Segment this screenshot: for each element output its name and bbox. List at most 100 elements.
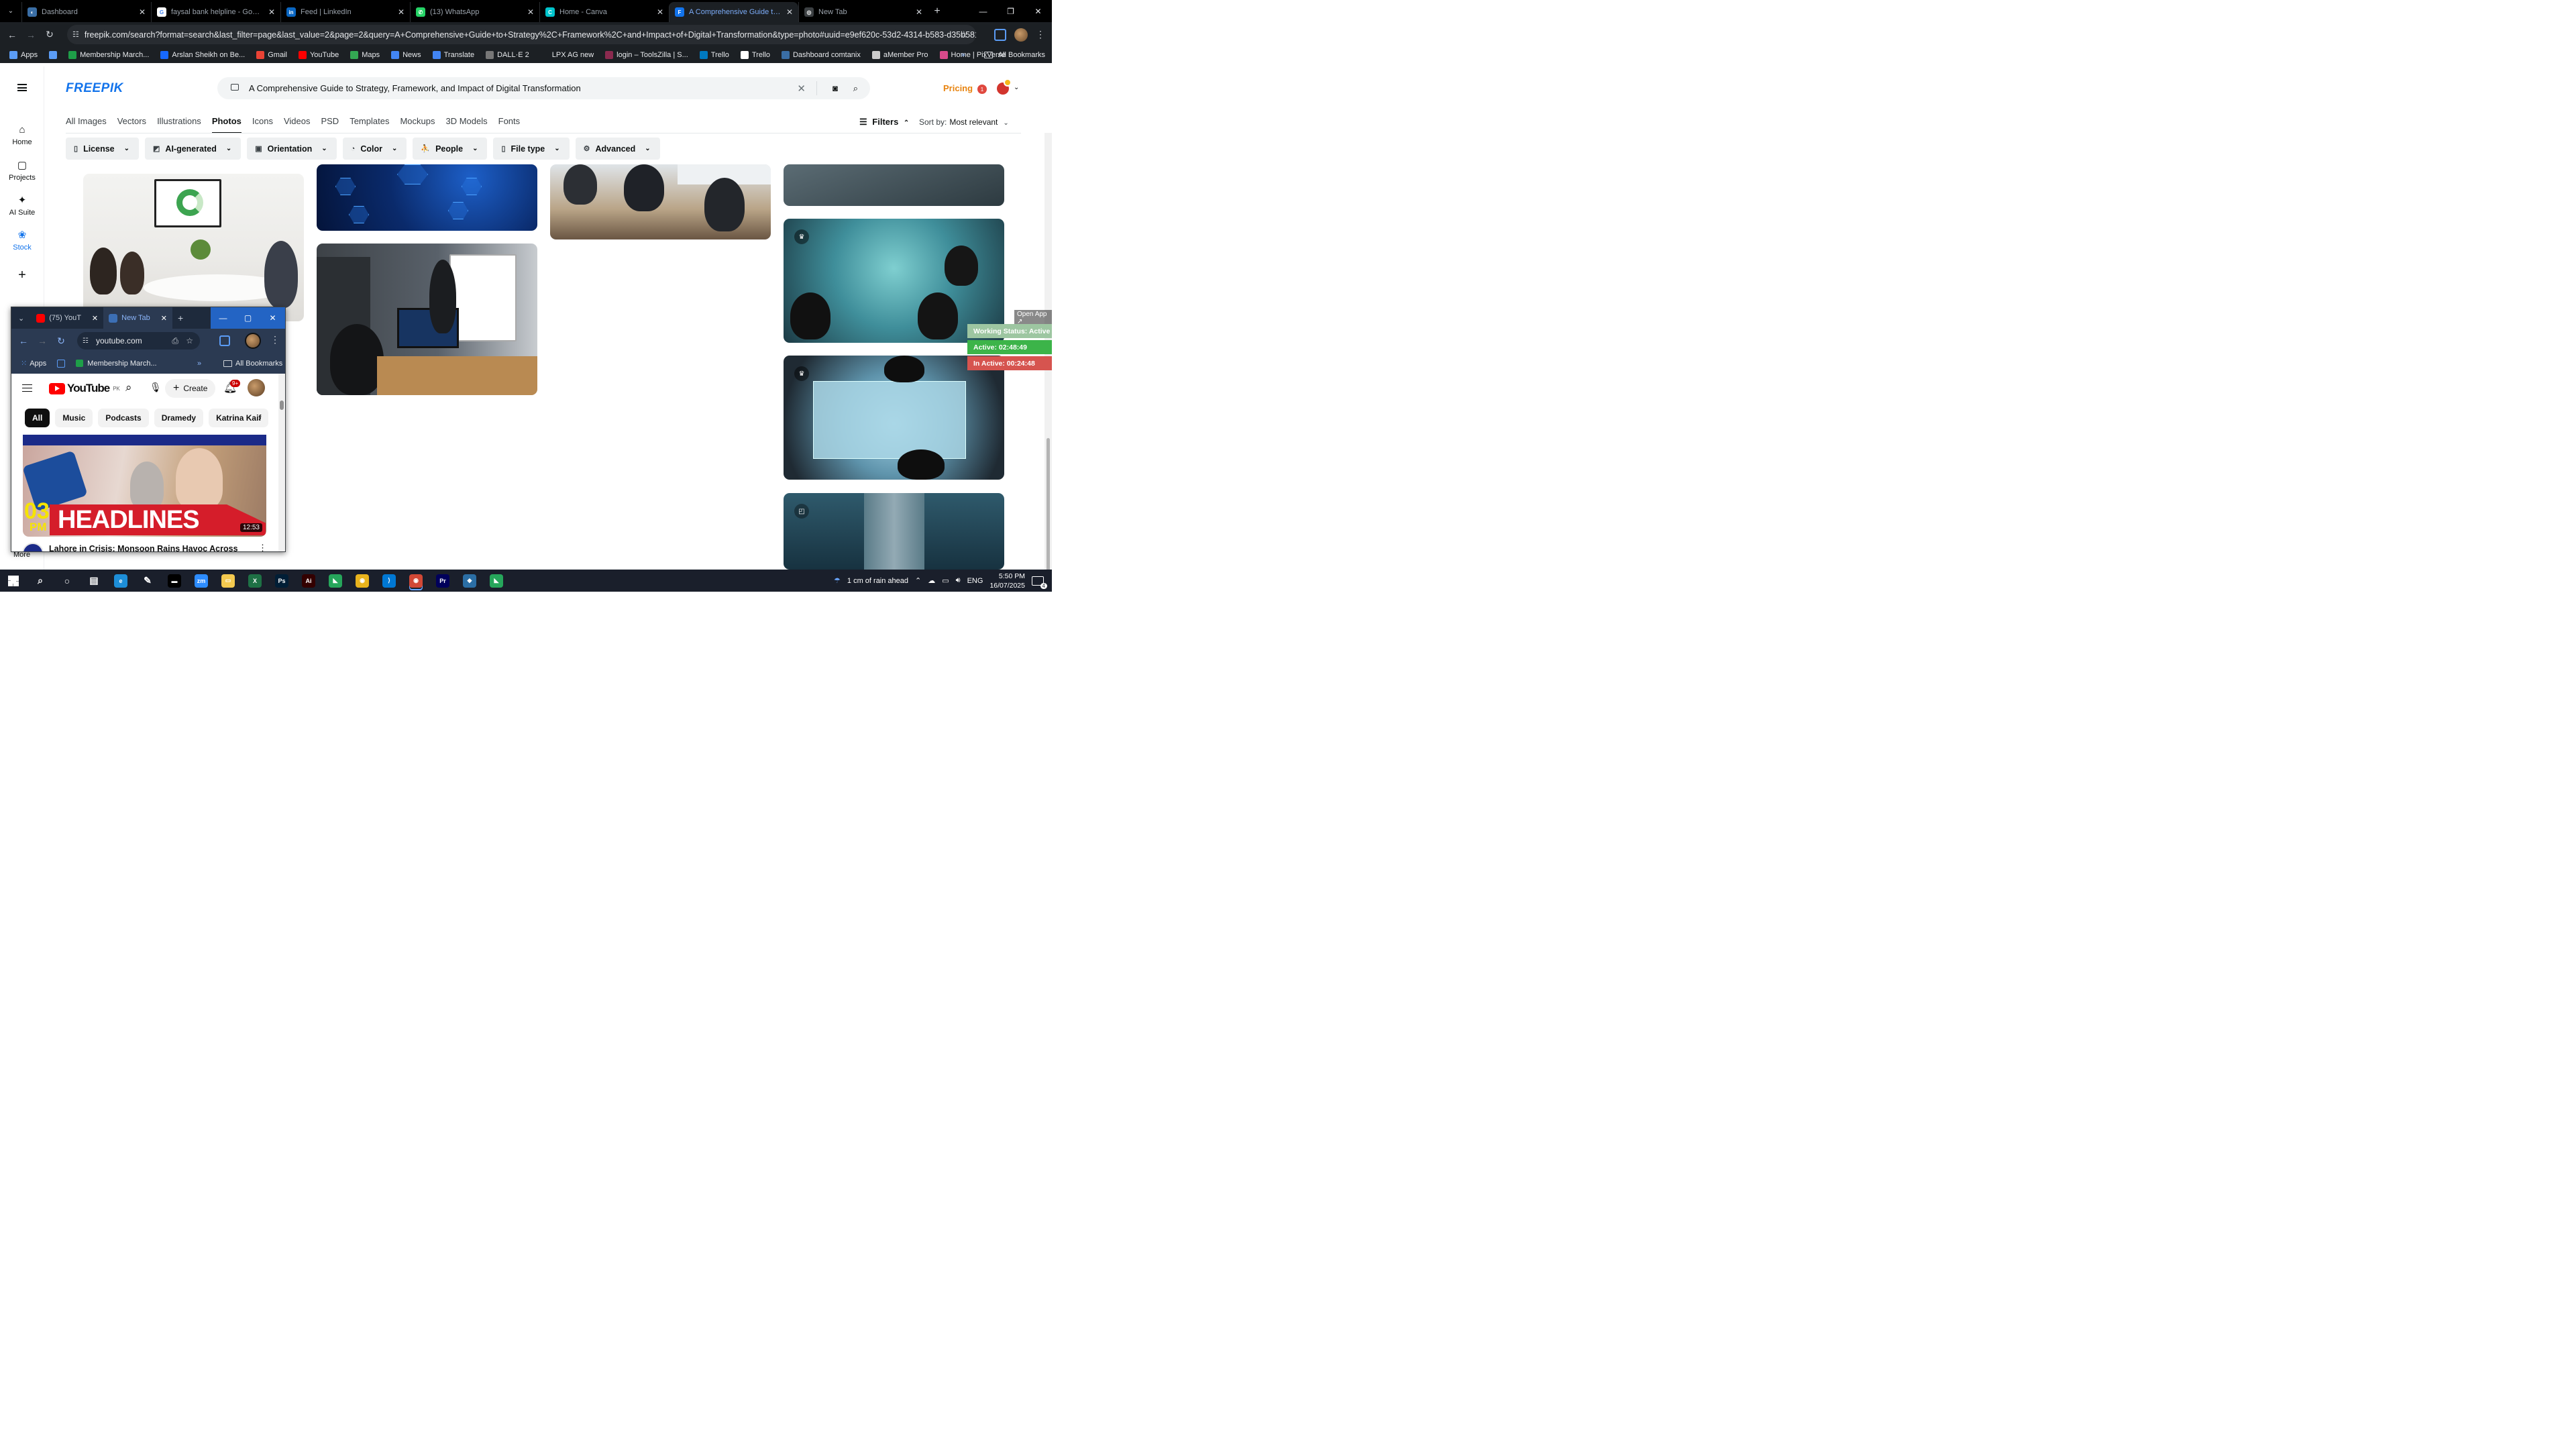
- browser-tab[interactable]: F A Comprehensive Guide to Stra ✕: [669, 2, 798, 22]
- sort-dropdown[interactable]: Sort by: Most relevant ⌄: [919, 117, 1009, 127]
- image-type-icon[interactable]: [231, 84, 239, 91]
- photo-boardroom-meeting[interactable]: [550, 164, 771, 239]
- browser-tab[interactable]: in Feed | LinkedIn ✕: [280, 2, 410, 22]
- bookmark-item[interactable]: YouTube: [298, 51, 339, 59]
- network-icon[interactable]: ▭: [942, 576, 949, 585]
- photo-server-ceiling[interactable]: ◰: [784, 493, 1004, 570]
- taskbar-app-green[interactable]: ◣: [322, 570, 349, 592]
- popup-scrollbar[interactable]: [278, 374, 285, 551]
- taskbar-app-green-2[interactable]: ◣: [483, 570, 510, 592]
- freepik-logo[interactable]: FREEPIK: [66, 81, 123, 96]
- browser-tab[interactable]: C Home - Canva ✕: [539, 2, 669, 22]
- bookmark-item[interactable]: Trello: [740, 51, 770, 59]
- popup-minimize-button[interactable]: —: [211, 307, 235, 329]
- youtube-chip[interactable]: All: [25, 409, 50, 427]
- taskbar-taskview[interactable]: ▤: [80, 570, 107, 592]
- filter-color[interactable]: ◔ Color ⌄: [342, 138, 407, 160]
- rail-item-projects[interactable]: ▢ Projects: [0, 159, 44, 182]
- taskbar-cortana[interactable]: ○: [54, 570, 80, 592]
- browser-menu-icon[interactable]: ⋮: [1036, 29, 1045, 40]
- taskbar-pen[interactable]: ✎: [134, 570, 161, 592]
- taskbar-terminal[interactable]: ▬: [161, 570, 188, 592]
- address-bar[interactable]: ☷ freepik.com/search?format=search&last_…: [67, 25, 976, 44]
- menu-icon[interactable]: [17, 84, 27, 91]
- tab-fonts[interactable]: Fonts: [498, 116, 521, 133]
- tab-close-icon[interactable]: ✕: [92, 314, 98, 323]
- scroll-thumb[interactable]: [1046, 438, 1050, 572]
- channel-avatar[interactable]: [22, 543, 44, 551]
- filter-advanced[interactable]: ⚙ Advanced ⌄: [575, 138, 660, 160]
- popup-maximize-button[interactable]: ▢: [235, 307, 260, 329]
- youtube-search-icon[interactable]: ⌕: [125, 381, 132, 394]
- browser-tab[interactable]: ✆ (13) WhatsApp ✕: [410, 2, 539, 22]
- popup-scroll-thumb[interactable]: [280, 400, 284, 410]
- photo-digital-hexagons[interactable]: [317, 164, 537, 231]
- filter-people[interactable]: ⛹ People ⌄: [413, 138, 488, 160]
- popup-close-button[interactable]: ✕: [260, 307, 285, 329]
- search-icon[interactable]: ⌕: [853, 83, 858, 94]
- browser-tab[interactable]: ◐ Dashboard ✕: [21, 2, 151, 22]
- chips-next-icon[interactable]: ›: [258, 412, 262, 423]
- filter-file-type[interactable]: ▯ File type ⌄: [493, 138, 570, 160]
- bookmark-item[interactable]: Maps: [350, 51, 380, 59]
- taskbar-edge[interactable]: e: [107, 570, 134, 592]
- popup-tab[interactable]: (75) YouT ✕: [31, 307, 103, 329]
- bookmark-item[interactable]: Arslan Sheikh on Be...: [160, 51, 245, 59]
- rail-item-home[interactable]: ⌂ Home: [0, 124, 44, 146]
- video-title[interactable]: Lahore in Crisis: Monsoon Rains Havoc Ac…: [49, 544, 238, 551]
- tab-mockups[interactable]: Mockups: [400, 116, 435, 133]
- tab-templates[interactable]: Templates: [350, 116, 389, 133]
- video-menu-icon[interactable]: ⋮: [258, 543, 267, 551]
- language-indicator[interactable]: ENG: [967, 577, 983, 585]
- tab-photos[interactable]: Photos: [211, 116, 241, 133]
- bookmark-item[interactable]: Gmail: [256, 51, 287, 59]
- add-icon[interactable]: +: [0, 268, 44, 283]
- tab-close-icon[interactable]: ✕: [398, 7, 405, 17]
- site-info-icon[interactable]: ☷: [72, 30, 79, 39]
- popup-all-bookmarks[interactable]: All Bookmarks: [235, 360, 282, 368]
- youtube-avatar[interactable]: [248, 379, 265, 396]
- notification-badge[interactable]: 1: [977, 85, 987, 94]
- filter-license[interactable]: ▯ License ⌄: [66, 138, 140, 160]
- bookmark-item[interactable]: Dashboard comtanix: [781, 51, 861, 59]
- tab-close-icon[interactable]: ✕: [139, 7, 146, 17]
- camera-search-icon[interactable]: ◙: [833, 83, 838, 93]
- taskbar-app-blue[interactable]: ◆: [456, 570, 483, 592]
- tab-vectors[interactable]: Vectors: [117, 116, 146, 133]
- rail-item-stock[interactable]: ❀ Stock: [0, 229, 44, 252]
- forward-button[interactable]: →: [21, 25, 40, 44]
- taskbar-excel[interactable]: X: [241, 570, 268, 592]
- youtube-chip[interactable]: Dramedy: [154, 409, 204, 427]
- bookmark-star-icon[interactable]: ☆: [959, 29, 968, 40]
- popup-profile-avatar[interactable]: [246, 334, 260, 347]
- all-bookmarks-link[interactable]: All Bookmarks: [998, 51, 1045, 59]
- more-bookmarks-icon[interactable]: »: [961, 51, 965, 59]
- install-icon[interactable]: ⎙: [172, 336, 178, 346]
- youtube-menu-icon[interactable]: [22, 384, 32, 392]
- weather-text[interactable]: 1 cm of rain ahead: [847, 577, 908, 585]
- bookmark-apps[interactable]: Apps: [30, 360, 46, 368]
- taskbar-premiere[interactable]: Pr: [429, 570, 456, 592]
- clear-search-icon[interactable]: ✕: [797, 83, 806, 95]
- site-info-icon[interactable]: ☷: [83, 337, 89, 345]
- bookmark-star-icon[interactable]: ☆: [186, 336, 193, 345]
- popup-tab[interactable]: New Tab ✕: [103, 307, 172, 329]
- chevron-down-icon[interactable]: ⌄: [1014, 84, 1019, 91]
- tab-close-icon[interactable]: ✕: [527, 7, 534, 17]
- extensions-icon[interactable]: [219, 335, 230, 346]
- tab-close-icon[interactable]: ✕: [657, 7, 663, 17]
- taskbar-explorer[interactable]: ▭: [215, 570, 241, 592]
- clock[interactable]: 5:50 PM 16/07/2025: [989, 572, 1025, 590]
- reload-button[interactable]: ↻: [40, 25, 59, 44]
- filter-orientation[interactable]: ▣ Orientation ⌄: [247, 138, 337, 160]
- popup-menu-icon[interactable]: ⋮: [270, 334, 280, 345]
- bookmark-item[interactable]: aMember Pro: [871, 51, 928, 59]
- browser-tab[interactable]: ◎ New Tab ✕: [798, 2, 928, 22]
- mic-icon[interactable]: 🎙: [150, 382, 162, 393]
- tab-close-icon[interactable]: ✕: [786, 7, 793, 17]
- tab-close-icon[interactable]: ✕: [161, 314, 167, 323]
- bookmark-item[interactable]: News: [391, 51, 421, 59]
- tab-videos[interactable]: Videos: [284, 116, 311, 133]
- tab-search-button[interactable]: ⌄: [0, 0, 21, 22]
- bookmark-item[interactable]: DALL·E 2: [486, 51, 529, 59]
